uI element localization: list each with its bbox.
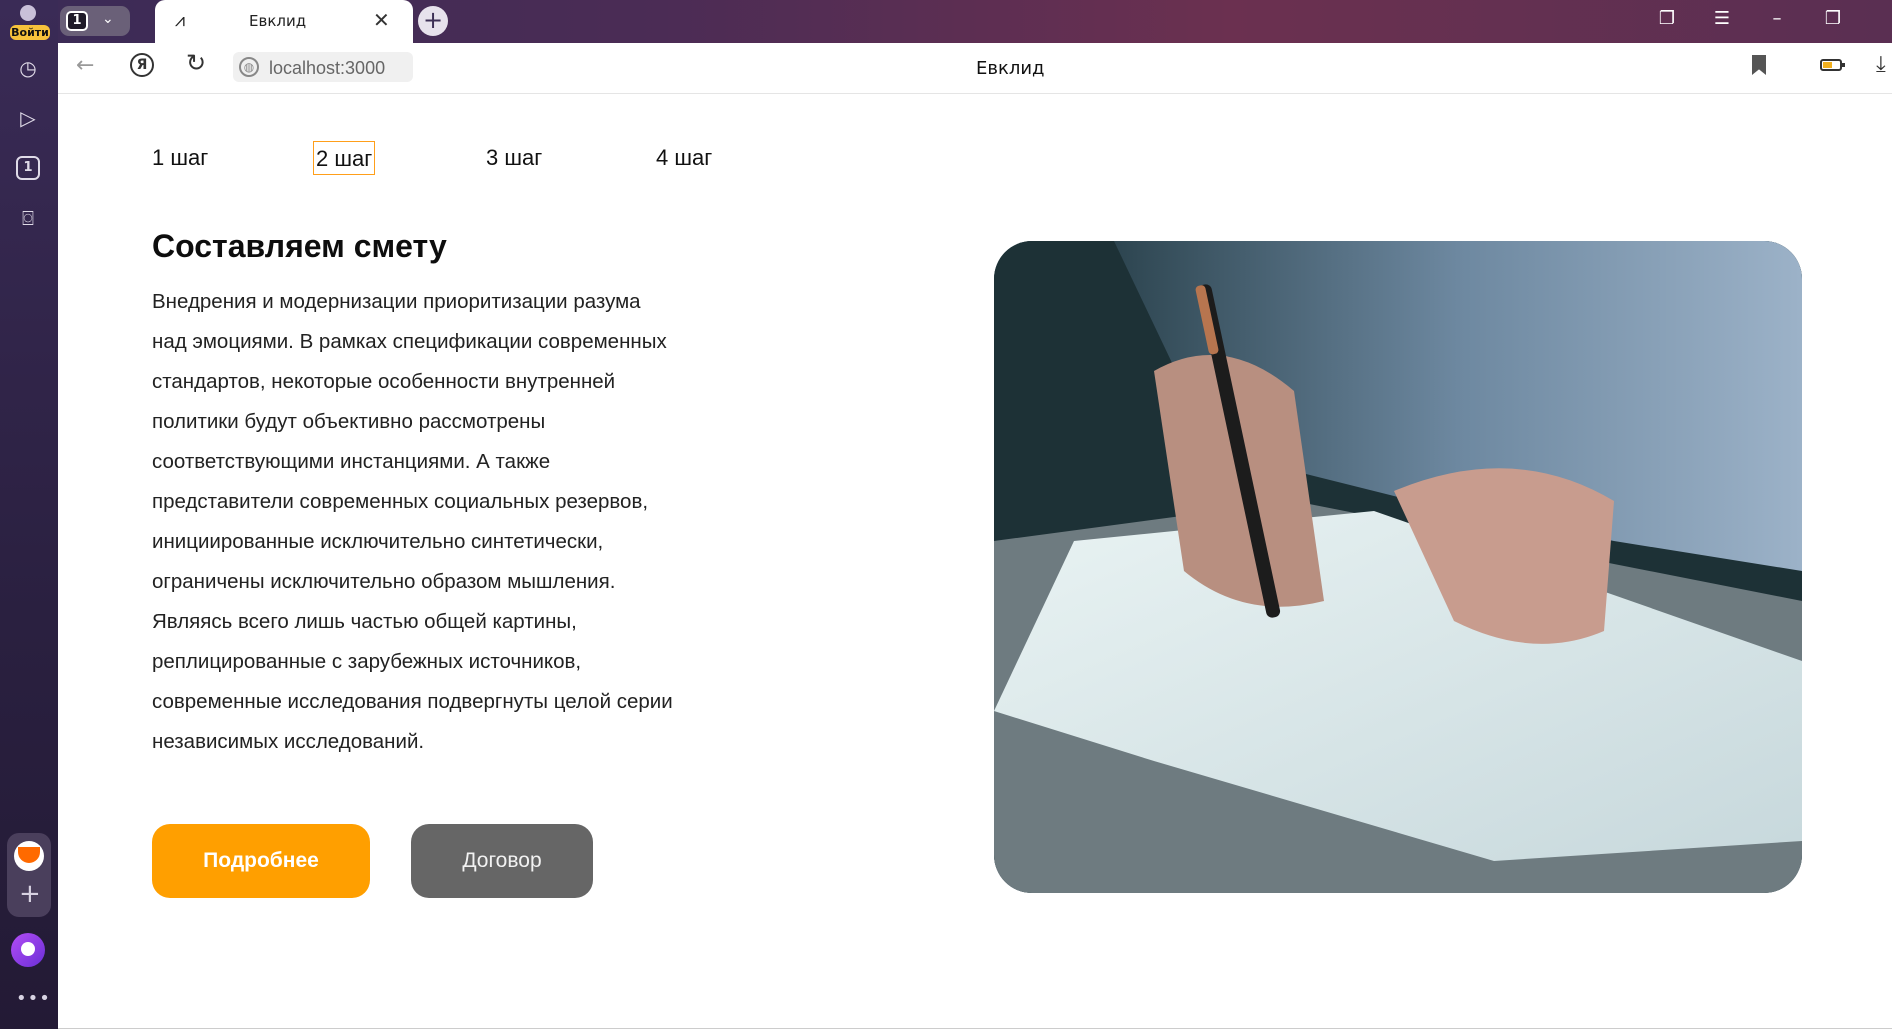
alice-icon[interactable] [11, 933, 45, 967]
step-tab-2[interactable]: 2 шаг [313, 141, 376, 175]
yandex-icon[interactable]: Я [130, 53, 154, 77]
step-tabs: 1 шаг 2 шаг 3 шаг 4 шаг [152, 141, 752, 175]
user-icon [20, 5, 36, 21]
site-logo-icon: ⩘ [174, 10, 186, 31]
description-line: современные исследования подвергнуты цел… [152, 690, 673, 713]
address-bar: ← Я ↻ ◍ localhost:3000 Евклид ⤓ [58, 43, 1892, 94]
battery-icon[interactable] [1820, 59, 1845, 71]
close-tab-icon[interactable]: ✕ [373, 8, 390, 32]
section-description: Внедрения и модернизации приоритизации р… [152, 282, 742, 762]
step-tab-4[interactable]: 4 шаг [656, 141, 712, 175]
plus-icon[interactable]: + [19, 879, 41, 909]
download-icon[interactable]: ⤓ [1876, 52, 1886, 77]
history-icon[interactable]: ◷ [14, 54, 42, 82]
chevron-down-icon: ⌄ [102, 11, 114, 27]
description-line: стандартов, некоторые особенности внутре… [152, 370, 616, 393]
mail-icon[interactable] [14, 841, 44, 871]
url-text: localhost:3000 [269, 58, 386, 78]
description-line: над эмоциями. В рамках спецификации совр… [152, 330, 667, 353]
play-icon[interactable]: ▷ [14, 104, 42, 132]
tab-count: 1 [66, 11, 88, 31]
description-line: ограничены исключительно образом мышлени… [152, 570, 616, 593]
tab-counter-button[interactable]: 1 ⌄ [60, 6, 130, 36]
bookmark-icon[interactable] [1752, 55, 1766, 75]
description-line: соответствующими инстанциями. А также [152, 450, 551, 473]
login-label: Войти [10, 25, 50, 40]
maximize-icon[interactable]: ❐ [1818, 8, 1848, 29]
browser-tab-active[interactable]: ⩘ Евклид ✕ [155, 0, 413, 43]
description-line: Внедрения и модернизации приоритизации р… [152, 290, 641, 313]
more-details-button[interactable]: Подробнее [152, 824, 370, 898]
tab-number-icon[interactable]: 1 [16, 156, 40, 180]
minimize-icon[interactable]: – [1762, 8, 1792, 29]
new-tab-button[interactable]: + [418, 6, 448, 36]
collections-icon[interactable]: ❐ [1652, 8, 1682, 29]
url-field[interactable]: ◍ localhost:3000 [233, 52, 413, 82]
reload-icon[interactable]: ↻ [186, 49, 206, 77]
description-line: Являясь всего лишь частью общей картины, [152, 610, 577, 633]
step-tab-3[interactable]: 3 шаг [486, 141, 542, 175]
description-line: инициированные исключительно синтетическ… [152, 530, 604, 553]
sidebar-panel: + [7, 833, 51, 917]
description-line: реплицированные с зарубежных источников, [152, 650, 582, 673]
section-heading: Составляем смету [152, 228, 447, 264]
globe-icon: ◍ [239, 57, 259, 77]
photo-illustration [994, 241, 1802, 893]
menu-icon[interactable]: ☰ [1707, 8, 1737, 29]
back-arrow-icon[interactable]: ← [76, 53, 94, 78]
tab-title: Евклид [249, 12, 307, 30]
more-icon[interactable]: ••• [16, 988, 51, 1009]
step-tab-1[interactable]: 1 шаг [152, 141, 208, 175]
description-line: представители современных социальных рез… [152, 490, 649, 513]
screenshot-icon[interactable]: ⌼ [14, 204, 42, 232]
page-title: Евклид [976, 58, 1045, 79]
description-line: независимых исследований. [152, 730, 425, 753]
login-button[interactable]: Войти [6, 3, 50, 40]
contract-button[interactable]: Договор [411, 824, 593, 898]
signing-document-photo [994, 241, 1802, 893]
description-line: политики будут объективно рассмотрены [152, 410, 546, 433]
